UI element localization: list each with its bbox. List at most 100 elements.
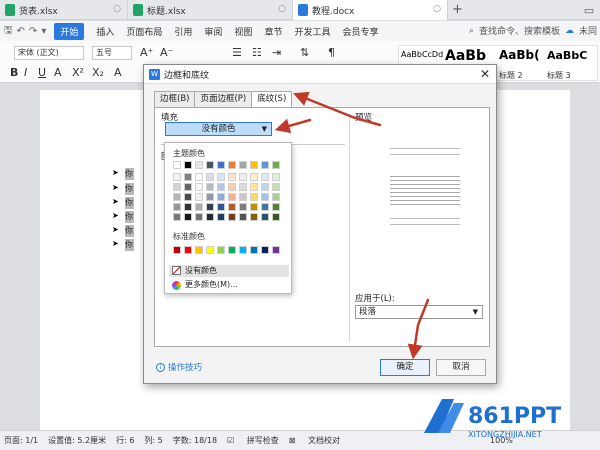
font-grow-icon[interactable]: A⁺ bbox=[140, 46, 153, 59]
color-swatch[interactable] bbox=[261, 203, 269, 211]
color-swatch[interactable] bbox=[217, 173, 225, 181]
tab-borders[interactable]: 边框(B) bbox=[154, 91, 196, 107]
more-colors-item[interactable]: 更多颜色(M)... bbox=[169, 279, 289, 291]
color-swatch[interactable] bbox=[228, 246, 236, 254]
menu-page-layout[interactable]: 页面布局 bbox=[126, 25, 162, 38]
color-swatch[interactable] bbox=[195, 193, 203, 201]
color-swatch[interactable] bbox=[239, 213, 247, 221]
color-swatch[interactable] bbox=[184, 161, 192, 169]
color-swatch[interactable] bbox=[228, 213, 236, 221]
undo-icon[interactable]: ↶ bbox=[17, 26, 25, 37]
close-tab-icon[interactable]: ○ bbox=[278, 4, 286, 14]
tab-shading[interactable]: 底纹(S) bbox=[251, 91, 293, 108]
menu-references[interactable]: 引用 bbox=[174, 25, 192, 38]
tab-start[interactable]: 开始 bbox=[54, 22, 85, 40]
color-swatch[interactable] bbox=[217, 183, 225, 191]
menu-chapter[interactable]: 章节 bbox=[264, 25, 282, 38]
status-page[interactable]: 页面: 1/1 bbox=[4, 435, 38, 446]
color-swatch[interactable] bbox=[184, 193, 192, 201]
color-swatch[interactable] bbox=[195, 173, 203, 181]
search-command[interactable]: 查找命令、搜索模板 bbox=[479, 24, 560, 37]
indent-icon[interactable]: ⇥ bbox=[272, 46, 281, 59]
superscript-icon[interactable]: X² bbox=[72, 66, 84, 79]
style-preview-h1[interactable]: AaBb bbox=[445, 48, 486, 64]
menu-member[interactable]: 会员专享 bbox=[342, 25, 378, 38]
show-marks-icon[interactable]: ¶ bbox=[328, 46, 335, 59]
color-swatch[interactable] bbox=[272, 203, 280, 211]
italic-icon[interactable]: I bbox=[24, 66, 27, 79]
color-swatch[interactable] bbox=[184, 203, 192, 211]
tab-xlsx-2[interactable]: 标题.xlsx ○ bbox=[128, 0, 293, 20]
bold-icon[interactable]: B bbox=[10, 66, 18, 79]
color-swatch[interactable] bbox=[173, 213, 181, 221]
strikethrough-icon[interactable]: A bbox=[54, 66, 62, 79]
color-swatch[interactable] bbox=[239, 246, 247, 254]
color-swatch[interactable] bbox=[173, 161, 181, 169]
color-swatch[interactable] bbox=[272, 173, 280, 181]
color-swatch[interactable] bbox=[272, 246, 280, 254]
color-swatch[interactable] bbox=[228, 161, 236, 169]
style-preview-normal[interactable]: AaBbCcDd bbox=[401, 50, 443, 59]
color-swatch[interactable] bbox=[239, 173, 247, 181]
color-swatch[interactable] bbox=[272, 161, 280, 169]
color-swatch[interactable] bbox=[195, 203, 203, 211]
font-name-select[interactable]: 宋体 (正文) bbox=[14, 46, 84, 60]
color-swatch[interactable] bbox=[228, 203, 236, 211]
menu-developer[interactable]: 开发工具 bbox=[294, 25, 330, 38]
color-swatch[interactable] bbox=[261, 183, 269, 191]
color-swatch[interactable] bbox=[217, 246, 225, 254]
close-tab-icon[interactable]: ○ bbox=[113, 4, 121, 14]
color-swatch[interactable] bbox=[217, 193, 225, 201]
color-swatch[interactable] bbox=[206, 183, 214, 191]
more-icon[interactable]: ▾ bbox=[41, 26, 46, 37]
menu-review[interactable]: 审阅 bbox=[204, 25, 222, 38]
tips-link[interactable]: i 操作技巧 bbox=[156, 361, 202, 373]
color-swatch[interactable] bbox=[261, 246, 269, 254]
color-swatch[interactable] bbox=[261, 213, 269, 221]
color-swatch[interactable] bbox=[184, 173, 192, 181]
apply-to-select[interactable]: 段落 ▼ bbox=[355, 305, 483, 319]
color-swatch[interactable] bbox=[217, 213, 225, 221]
menu-insert[interactable]: 插入 bbox=[96, 25, 114, 38]
color-swatch[interactable] bbox=[228, 173, 236, 181]
color-swatch[interactable] bbox=[195, 183, 203, 191]
add-tab-icon[interactable]: + bbox=[452, 2, 463, 17]
color-swatch[interactable] bbox=[272, 213, 280, 221]
color-swatch[interactable] bbox=[250, 213, 258, 221]
proofread[interactable]: ⊠ 文档校对 bbox=[289, 435, 340, 446]
dialog-titlebar[interactable]: W 边框和底纹 ✕ bbox=[144, 65, 496, 84]
tab-docx[interactable]: 教程.docx ○ bbox=[293, 0, 448, 20]
bullets-icon[interactable]: ☰ bbox=[232, 46, 242, 59]
style-preview-h3[interactable]: AaBbC bbox=[547, 49, 587, 62]
color-swatch[interactable] bbox=[173, 193, 181, 201]
color-swatch[interactable] bbox=[239, 161, 247, 169]
sort-icon[interactable]: ⇅ bbox=[300, 46, 309, 59]
color-swatch[interactable] bbox=[239, 183, 247, 191]
color-swatch[interactable] bbox=[261, 161, 269, 169]
menu-view[interactable]: 视图 bbox=[234, 25, 252, 38]
color-swatch[interactable] bbox=[206, 193, 214, 201]
close-icon[interactable]: ✕ bbox=[480, 67, 490, 81]
color-swatch[interactable] bbox=[250, 203, 258, 211]
spell-check[interactable]: ☑ 拼写检查 bbox=[227, 435, 279, 446]
font-size-select[interactable]: 五号 bbox=[92, 46, 132, 60]
color-swatch[interactable] bbox=[206, 173, 214, 181]
color-swatch[interactable] bbox=[184, 213, 192, 221]
color-swatch[interactable] bbox=[228, 193, 236, 201]
color-swatch[interactable] bbox=[173, 173, 181, 181]
color-swatch[interactable] bbox=[250, 193, 258, 201]
color-swatch[interactable] bbox=[173, 203, 181, 211]
fill-color-dropdown[interactable]: 没有颜色 ▼ bbox=[165, 122, 272, 136]
color-swatch[interactable] bbox=[250, 173, 258, 181]
color-swatch[interactable] bbox=[239, 203, 247, 211]
color-swatch[interactable] bbox=[195, 161, 203, 169]
color-swatch[interactable] bbox=[195, 213, 203, 221]
subscript-icon[interactable]: X₂ bbox=[92, 66, 104, 79]
color-swatch[interactable] bbox=[261, 193, 269, 201]
tab-page-borders[interactable]: 页面边框(P) bbox=[194, 91, 253, 107]
color-swatch[interactable] bbox=[217, 161, 225, 169]
font-color-icon[interactable]: A bbox=[114, 66, 122, 79]
sync-status[interactable]: 未同 bbox=[579, 24, 597, 37]
redo-icon[interactable]: ↷ bbox=[29, 26, 37, 37]
color-swatch[interactable] bbox=[184, 246, 192, 254]
